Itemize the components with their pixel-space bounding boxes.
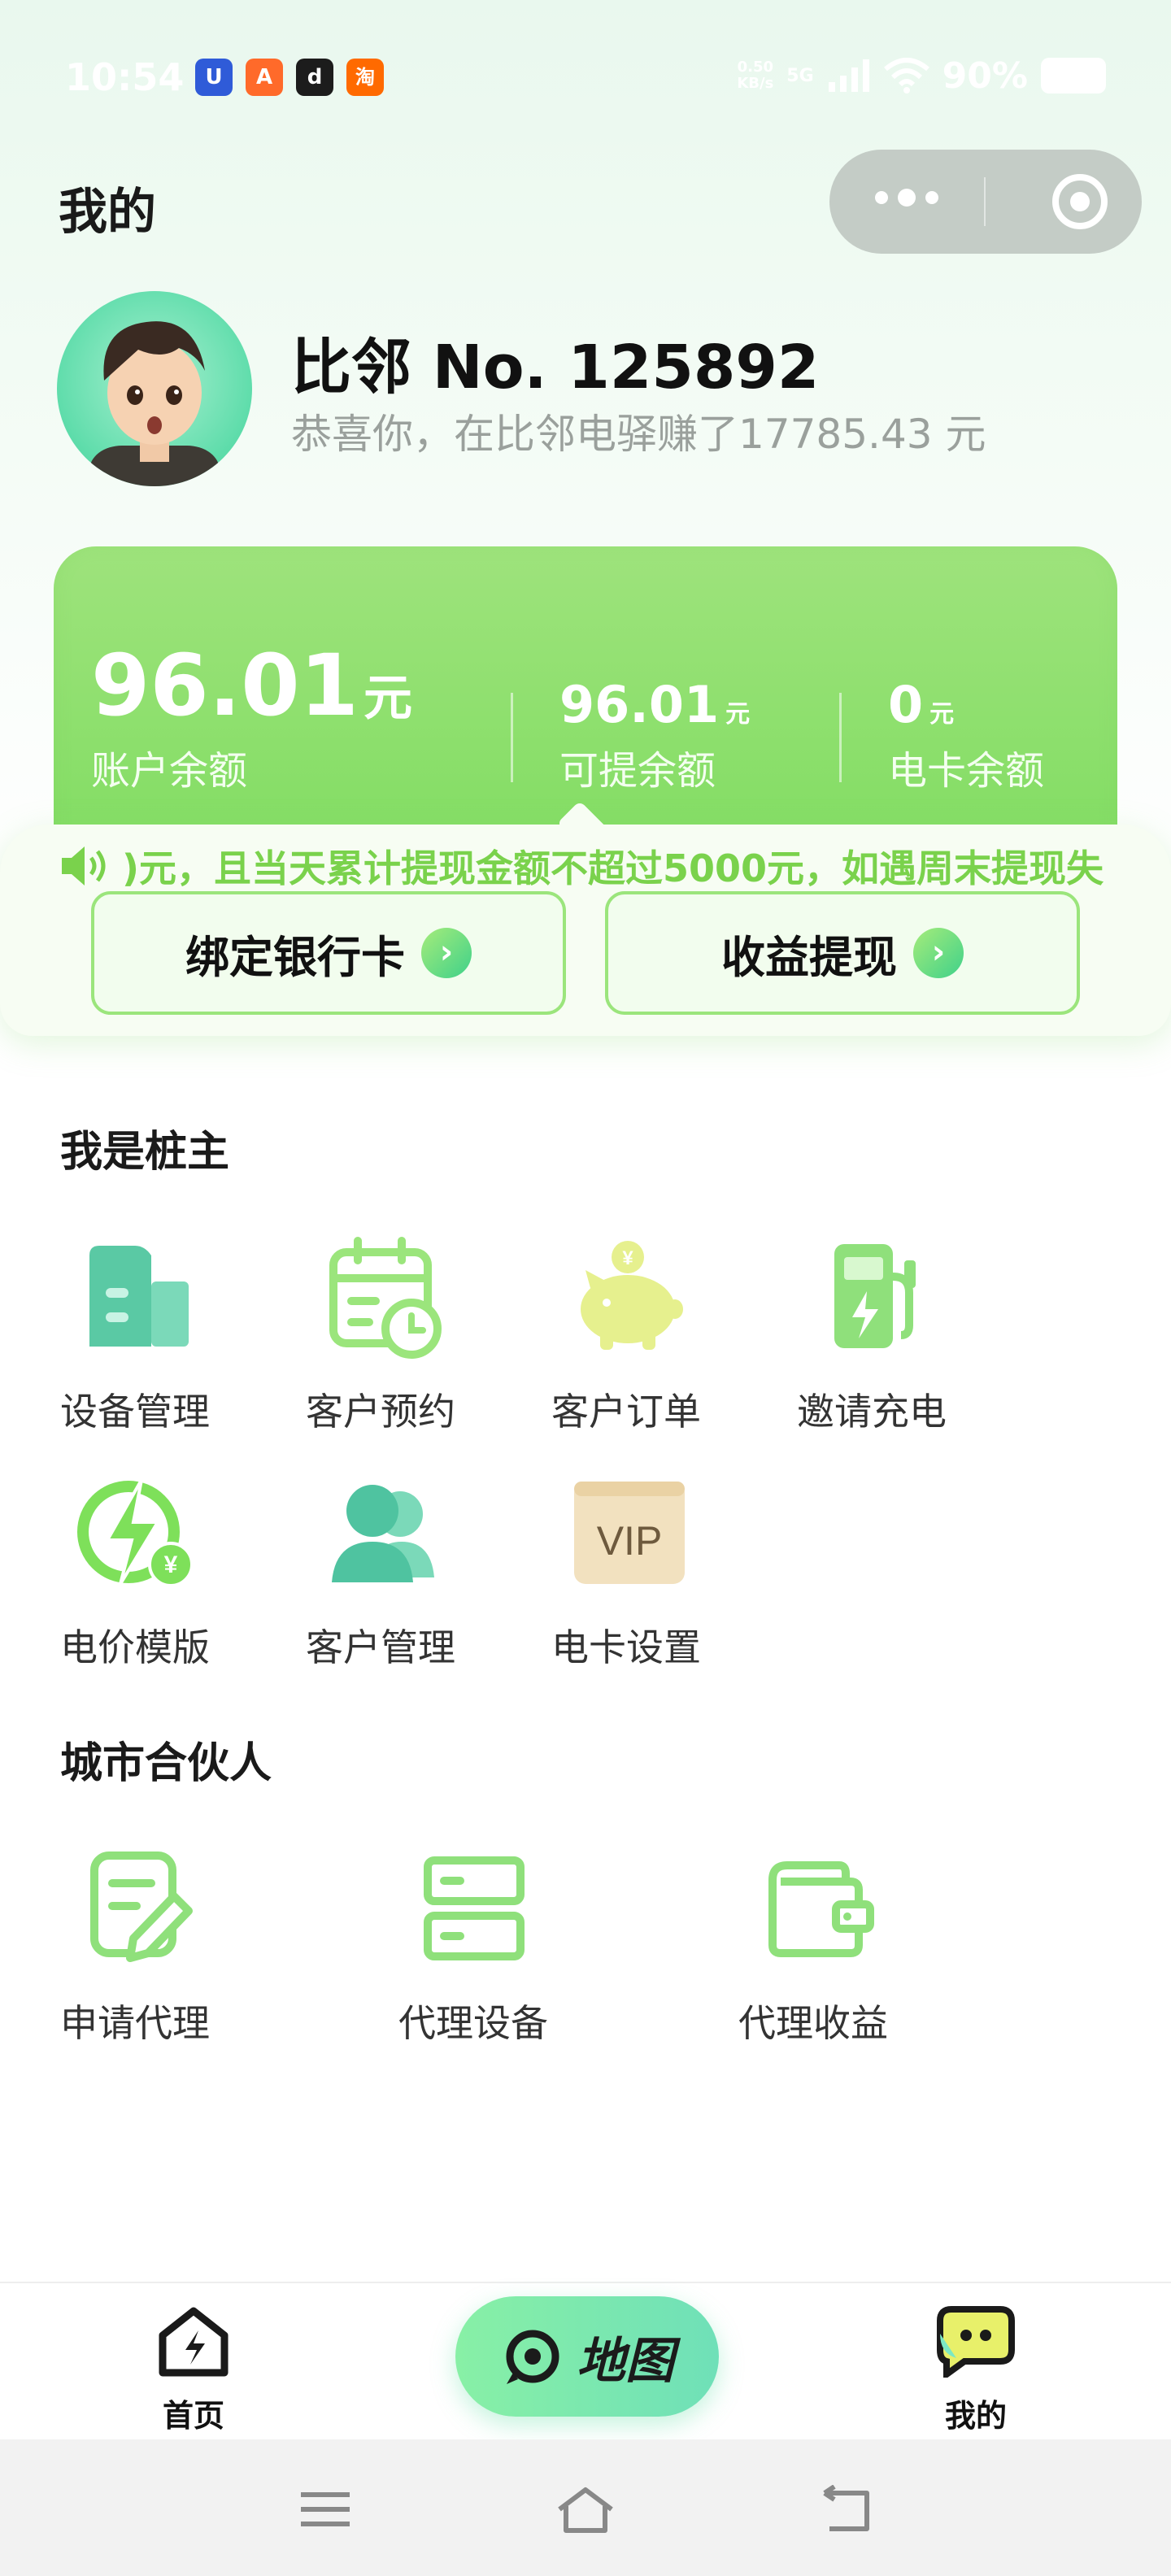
- avatar-illustration: [89, 321, 220, 486]
- app-taobao-icon: 淘: [346, 59, 384, 96]
- svg-text:¥: ¥: [164, 1551, 178, 1578]
- price-template-item[interactable]: ¥ 电价模版: [46, 1464, 224, 1675]
- balance-divider: [511, 693, 513, 782]
- piggy-bank-icon: ¥: [581, 1241, 683, 1350]
- customer-orders-item[interactable]: ¥ 客户订单: [537, 1228, 716, 1439]
- device-management-item[interactable]: 设备管理: [46, 1228, 224, 1439]
- arrow-right-icon: ›: [913, 928, 964, 978]
- system-nav-bar: [0, 2439, 1171, 2576]
- charging-pump-icon: [834, 1244, 916, 1348]
- card-balance[interactable]: 0元: [888, 675, 954, 734]
- customer-management-item[interactable]: 客户管理: [291, 1464, 470, 1675]
- balance-divider: [839, 693, 842, 782]
- map-button[interactable]: 地图: [455, 2296, 719, 2417]
- earnings-message: 恭喜你，在比邻电驿赚了17785.43 元: [291, 411, 986, 458]
- nav-mine[interactable]: 我的: [895, 2303, 1057, 2441]
- app-tiktok-icon: d: [296, 59, 333, 96]
- agent-devices-item[interactable]: 代理设备: [384, 1839, 563, 2051]
- battery-icon: [1041, 58, 1106, 94]
- withdraw-earnings-button[interactable]: 收益提现 ›: [605, 891, 1080, 1015]
- wallet-icon: [768, 1861, 874, 1957]
- battery-percent: 90%: [942, 54, 1028, 97]
- speaker-icon: [62, 846, 106, 886]
- account-balance[interactable]: 96.01 元: [91, 636, 412, 735]
- avatar[interactable]: [57, 291, 252, 486]
- status-time: 10:54: [65, 55, 185, 99]
- partner-section-title: 城市合伙人: [60, 1739, 272, 1788]
- vip-card-icon: VIP: [574, 1482, 685, 1584]
- home-bolt-icon: [159, 2307, 229, 2377]
- lightning-price-icon: ¥: [77, 1479, 194, 1587]
- agent-earnings-item[interactable]: 代理收益: [724, 1839, 903, 2051]
- bind-bank-card-button[interactable]: 绑定银行卡 ›: [91, 891, 566, 1015]
- calendar-clock-icon: [329, 1237, 442, 1359]
- home-icon[interactable]: [553, 2485, 618, 2534]
- target-icon[interactable]: [1052, 174, 1108, 229]
- account-balance-label: 账户余额: [91, 748, 248, 794]
- notice-bar[interactable]: )元，且当天累计提现金额不超过5000元，如遇周末提现失: [59, 838, 1116, 894]
- server-icon: [424, 1856, 525, 1960]
- nav-home[interactable]: 首页: [112, 2303, 275, 2441]
- map-pin-icon: [506, 2330, 559, 2384]
- username: 比邻 No. 125892: [291, 333, 820, 402]
- svg-text:VIP: VIP: [597, 1518, 663, 1564]
- edit-document-icon: [90, 1852, 193, 1962]
- more-dots-icon[interactable]: [875, 189, 938, 207]
- withdrawable-label: 可提余额: [559, 748, 716, 794]
- withdrawable-balance[interactable]: 96.01 元: [559, 675, 750, 734]
- status-bar: 10:54 U A d 淘 0.50 KB/s 5G 90%: [0, 49, 1171, 106]
- signal-icon: [828, 59, 869, 92]
- menu-icon[interactable]: [293, 2485, 358, 2534]
- mini-program-capsule: [829, 150, 1142, 254]
- status-right: 0.50 KB/s 5G 90%: [737, 54, 1106, 97]
- page-title: 我的: [59, 184, 156, 241]
- notice-text: )元，且当天累计提现金额不超过5000元，如遇周末提现失: [122, 846, 1104, 890]
- invite-charging-item[interactable]: 邀请充电: [782, 1228, 961, 1439]
- chat-bubble-icon: [937, 2306, 1015, 2378]
- capsule-divider: [984, 177, 986, 226]
- apply-agent-item[interactable]: 申请代理: [46, 1839, 224, 2051]
- svg-text:¥: ¥: [622, 1247, 633, 1269]
- users-icon: [332, 1485, 434, 1582]
- arrow-right-icon: ›: [421, 928, 472, 978]
- building-icon: [89, 1246, 189, 1347]
- card-balance-label: 电卡余额: [888, 748, 1045, 794]
- back-icon[interactable]: [813, 2485, 878, 2534]
- customer-booking-item[interactable]: 客户预约: [291, 1228, 470, 1439]
- card-settings-item[interactable]: VIP 电卡设置: [537, 1464, 716, 1675]
- net-speed: 0.50 KB/s: [737, 59, 774, 92]
- owner-section-title: 我是桩主: [60, 1128, 230, 1177]
- app-orange-icon: A: [246, 59, 283, 96]
- app-shield-icon: U: [195, 59, 233, 96]
- network-label: 5G: [786, 65, 814, 86]
- wifi-icon: [883, 58, 929, 94]
